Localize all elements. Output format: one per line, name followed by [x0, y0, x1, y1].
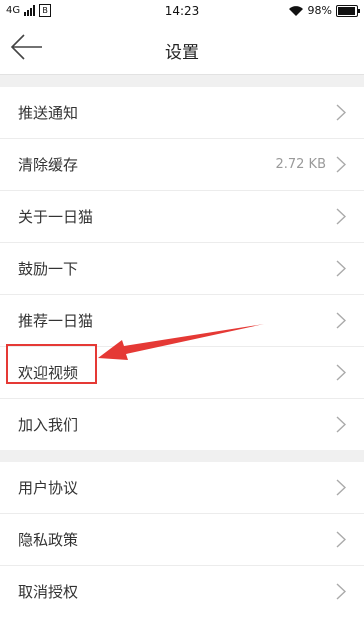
chevron-right-icon — [336, 479, 346, 496]
cache-size-value: 2.72 KB — [275, 157, 326, 172]
battery-percent: 98% — [307, 4, 332, 17]
row-push-notifications[interactable]: 推送通知 — [0, 87, 364, 139]
row-join-us[interactable]: 加入我们 — [0, 399, 364, 450]
chevron-right-icon — [336, 312, 346, 329]
row-label: 欢迎视频 — [18, 364, 79, 382]
status-bar: 4G B 14:23 98% — [0, 0, 364, 24]
chevron-right-icon — [336, 260, 346, 277]
chevron-right-icon — [336, 104, 346, 121]
row-revoke-authorization[interactable]: 取消授权 — [0, 566, 364, 617]
row-welcome-video[interactable]: 欢迎视频 — [0, 347, 364, 399]
settings-group-legal: 用户协议 隐私政策 取消授权 — [0, 462, 364, 617]
battery-icon — [336, 4, 360, 17]
row-label: 用户协议 — [18, 479, 79, 497]
chevron-right-icon — [336, 531, 346, 548]
row-label: 鼓励一下 — [18, 260, 79, 278]
status-right: 98% — [288, 4, 360, 17]
row-privacy-policy[interactable]: 隐私政策 — [0, 514, 364, 566]
chevron-right-icon — [336, 364, 346, 381]
row-label: 关于一日猫 — [18, 208, 94, 226]
row-label: 推荐一日猫 — [18, 312, 94, 330]
page-title: 设置 — [165, 43, 199, 63]
row-label: 加入我们 — [18, 416, 79, 434]
row-encourage[interactable]: 鼓励一下 — [0, 243, 364, 295]
row-recommend[interactable]: 推荐一日猫 — [0, 295, 364, 347]
chevron-right-icon — [336, 416, 346, 433]
row-clear-cache[interactable]: 清除缓存 2.72 KB — [0, 139, 364, 191]
chevron-right-icon — [336, 583, 346, 600]
row-label: 清除缓存 — [18, 156, 79, 174]
row-label: 隐私政策 — [18, 531, 79, 549]
chevron-right-icon — [336, 156, 346, 173]
chevron-right-icon — [336, 208, 346, 225]
nav-bar: 设置 — [0, 24, 364, 75]
row-label: 推送通知 — [18, 104, 79, 122]
settings-group-main: 推送通知 清除缓存 2.72 KB 关于一日猫 鼓励一下 推荐一日猫 欢迎视频 … — [0, 87, 364, 450]
wifi-icon — [288, 5, 303, 16]
row-about[interactable]: 关于一日猫 — [0, 191, 364, 243]
row-label: 取消授权 — [18, 583, 79, 601]
row-user-agreement[interactable]: 用户协议 — [0, 462, 364, 514]
